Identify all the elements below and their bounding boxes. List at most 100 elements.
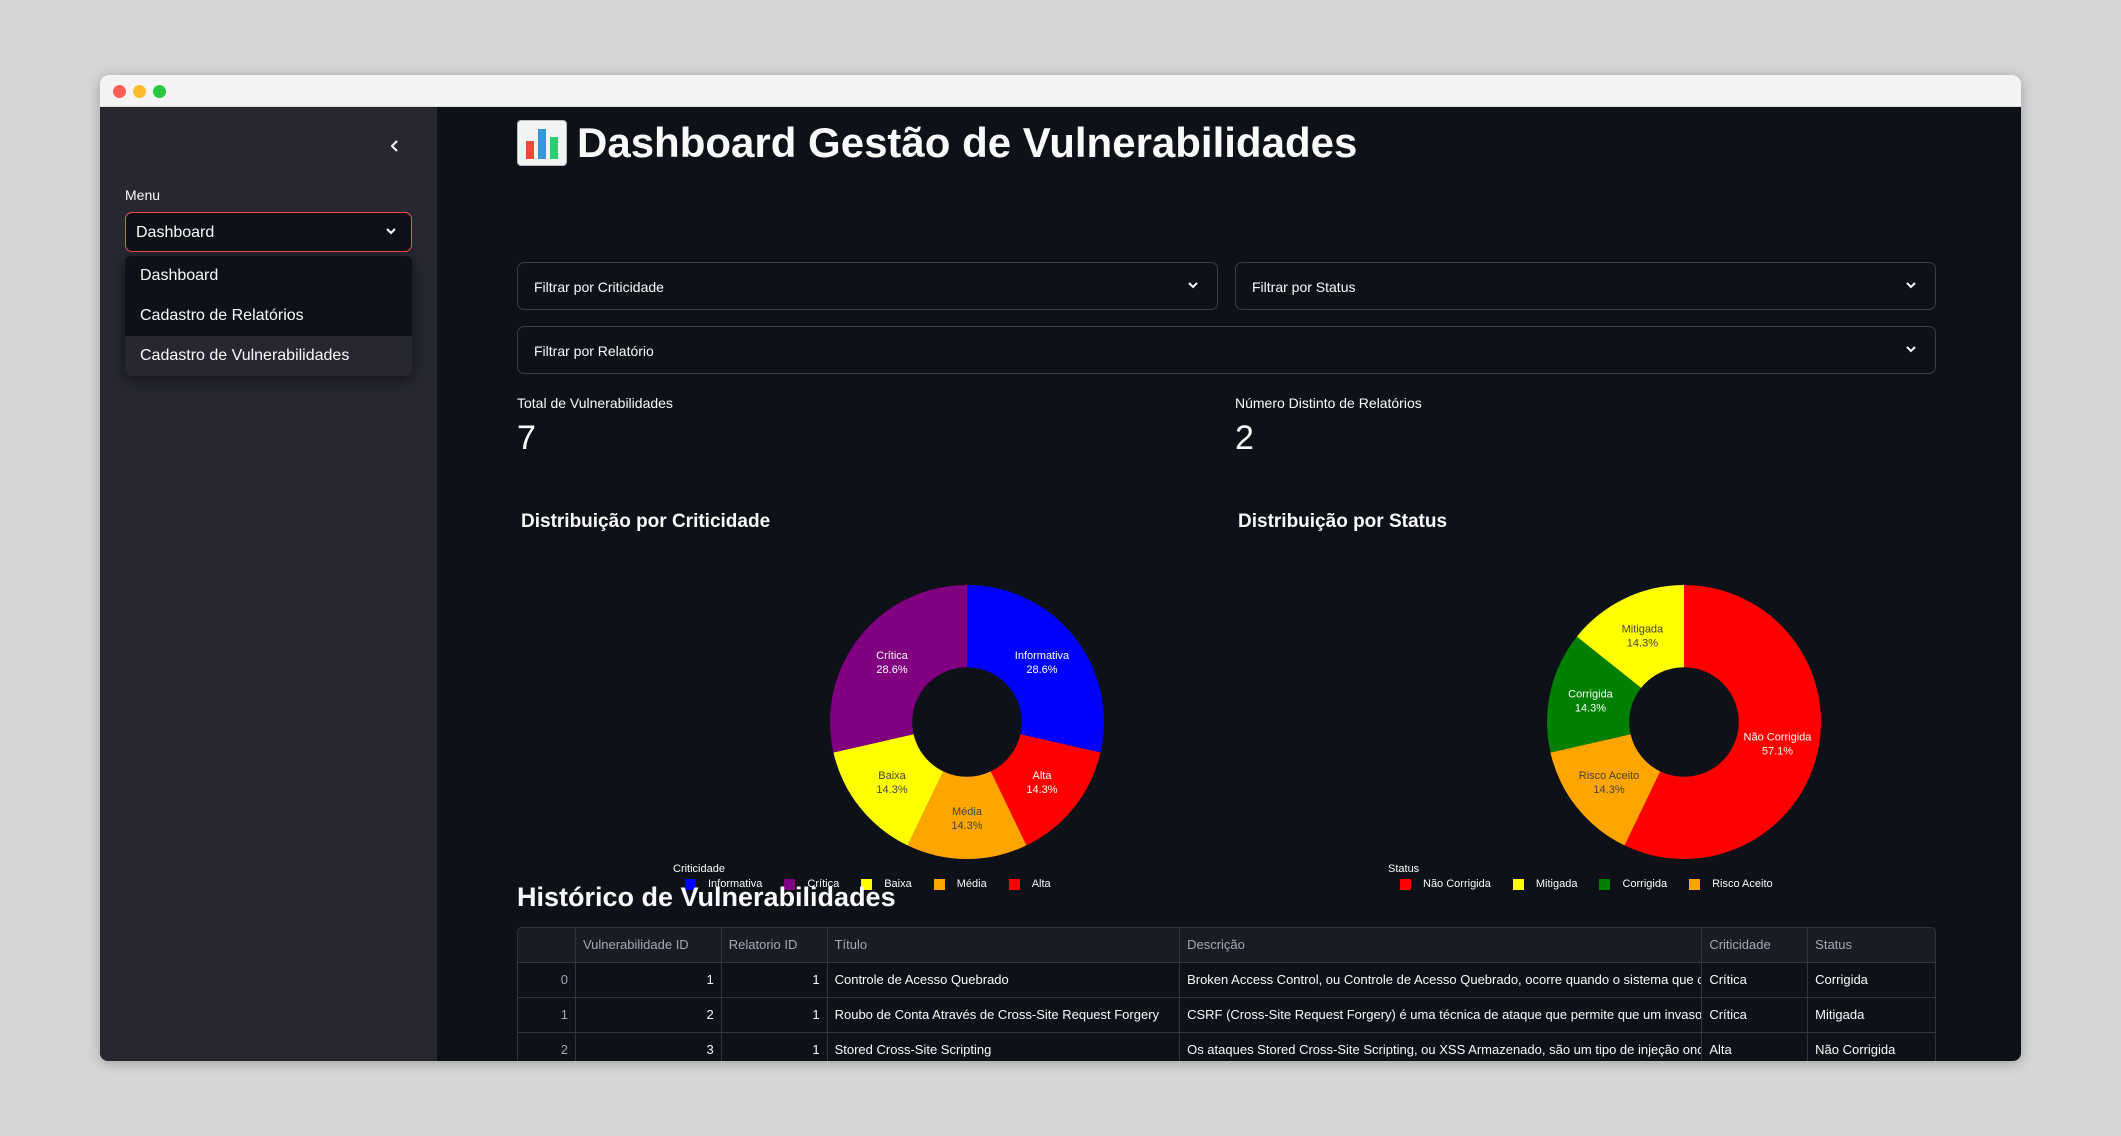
legend-label: Média [956,878,987,890]
pie-percent-media: 14.3% [951,820,982,832]
table-cell: Não Corrigida [1815,1042,1896,1057]
table-cell: Crítica [1702,963,1809,997]
pie-label-informativa: Informativa [1015,650,1070,662]
table-cell: Corrigida [1815,972,1868,987]
history-table[interactable]: Vulnerabilidade ID Relatorio ID Título D… [517,927,1936,1061]
metric-distinct-label: Número Distinto de Relatórios [1235,395,1422,411]
pie-label-risco-aceito: Risco Aceito [1579,770,1640,782]
table-cell: 0 [518,963,576,997]
pie-label-baixa: Baixa [878,770,906,782]
pie-percent-nao-corrigida: 57.1% [1762,745,1793,757]
window-titlebar [100,75,2021,107]
menu-label: Menu [125,187,161,203]
filter-relatorio[interactable]: Filtrar por Relatório [517,326,1936,374]
minimize-window-button[interactable] [133,85,146,98]
filter-relatorio-placeholder: Filtrar por Relatório [534,343,654,359]
sidebar: Menu Dashboard Dashboard Cadastro de Rel… [100,107,437,1061]
legend-label: Alta [1031,878,1051,890]
legend-item-media[interactable]: Média [933,878,987,890]
table-cell: Controle de Acesso Quebrado [828,963,1181,997]
metric-distinct-value: 2 [1235,419,1254,457]
page-title-text: Dashboard Gestão de Vulnerabilidades [577,119,1358,166]
legend-status: Não Corrigida Mitigada Corrigida Risco Acei… [1400,878,1773,890]
legend-label: Corrigida [1622,878,1668,890]
table-cell: 3 [576,1033,722,1061]
legend-item-mitigada[interactable]: Mitigada [1512,878,1577,890]
table-cell: Mitigada [1815,1007,1865,1022]
column-header-status[interactable]: Status [1808,928,1935,962]
menu-option-dashboard[interactable]: Dashboard [125,256,412,296]
table-cell: CSRF (Cross-Site Request Forgery) é uma … [1180,998,1703,1032]
column-header-criticidade[interactable]: Criticidade [1702,928,1809,962]
legend-label: Risco Aceito [1712,878,1773,890]
metric-total-label: Total de Vulnerabilidades [517,395,673,411]
pie-percent-informativa: 28.6% [1026,664,1057,676]
pie-percent-baixa: 14.3% [876,784,907,796]
page-title: Dashboard Gestão de Vulnerabilidades [517,119,1357,167]
table-row[interactable]: 2 3 1 Stored Cross-Site Scripting Os ata… [518,1033,1935,1061]
legend-swatch [1008,878,1020,890]
pie-label-corrigida: Corrigida [1568,689,1614,701]
legend-swatch [1599,878,1611,890]
table-header-row: Vulnerabilidade ID Relatorio ID Título D… [518,928,1935,963]
filter-criticidade-placeholder: Filtrar por Criticidade [534,279,664,295]
chevron-down-icon [1906,282,1916,289]
browser-window: Menu Dashboard Dashboard Cadastro de Rel… [100,75,2021,1061]
pie-percent-critica: 28.6% [876,664,907,676]
table-row[interactable]: 0 1 1 Controle de Acesso Quebrado Broken… [518,963,1935,998]
chart-title-criticidade: Distribuição por Criticidade [521,511,771,532]
legend-item-corrigida[interactable]: Corrigida [1599,878,1667,890]
menu-option-cadastro-vulnerabilidades[interactable]: Cadastro de Vulnerabilidades [125,336,412,376]
legend-swatch [1400,878,1411,890]
pie-percent-risco-aceito: 14.3% [1593,784,1624,796]
column-header-vulnerabilidade-id[interactable]: Vulnerabilidade ID [576,928,722,962]
pie-chart-status[interactable]: Não Corrigida 57.1% Risco Aceito 14.3% Corri… [1534,572,1834,872]
legend-title-criticidade: Criticidade [673,863,725,875]
chevron-down-icon [386,228,396,235]
table-cell: Os ataques Stored Cross-Site Scripting, … [1180,1033,1703,1061]
table-cell: Broken Access Control, ou Controle de Ac… [1180,963,1703,997]
chevron-down-icon [1188,282,1198,289]
filter-criticidade[interactable]: Filtrar por Criticidade [517,262,1218,310]
metric-total-value: 7 [517,419,536,457]
legend-swatch [1512,878,1524,890]
table-cell: 2 [576,998,722,1032]
maximize-window-button[interactable] [153,85,166,98]
legend-item-risco-aceito[interactable]: Risco Aceito [1689,878,1773,890]
table-cell: 1 [722,963,828,997]
chevron-down-icon [1906,346,1916,353]
table-cell: 2 [518,1033,576,1061]
table-cell: 1 [518,998,576,1032]
filter-status[interactable]: Filtrar por Status [1235,262,1936,310]
pie-label-critica: Crítica [876,650,909,662]
legend-label: Não Corrigida [1423,878,1491,890]
history-title: Histórico de Vulnerabilidades [517,882,896,912]
column-header-relatorio-id[interactable]: Relatorio ID [722,928,828,962]
pie-chart-criticidade[interactable]: Informativa 28.6% Alta 14.3% Média 14.3% Baixa… [817,572,1117,872]
column-header-descricao[interactable]: Descrição [1180,928,1703,962]
table-cell: Stored Cross-Site Scripting [828,1033,1181,1061]
table-row[interactable]: 1 2 1 Roubo de Conta Através de Cross-Si… [518,998,1935,1033]
pie-percent-corrigida: 14.3% [1575,703,1606,715]
pie-label-alta: Alta [1032,770,1052,782]
column-header-titulo[interactable]: Título [828,928,1181,962]
menu-option-cadastro-relatorios[interactable]: Cadastro de Relatórios [125,296,412,336]
legend-swatch [933,878,945,890]
pie-percent-alta: 14.3% [1026,784,1057,796]
pie-label-media: Média [952,806,983,818]
legend-item-nao-corrigida[interactable]: Não Corrigida [1400,878,1491,890]
bar-chart-icon [517,120,567,166]
menu-dropdown: Dashboard Cadastro de Relatórios Cadastr… [125,256,412,376]
column-header-index[interactable] [518,928,576,962]
close-window-button[interactable] [113,85,126,98]
table-cell: 1 [722,998,828,1032]
chevron-left-icon [390,140,398,152]
pie-label-mitigada: Mitigada [1622,624,1664,636]
pie-percent-mitigada: 14.3% [1627,638,1658,650]
legend-item-alta[interactable]: Alta [1008,878,1051,890]
menu-select[interactable]: Dashboard [125,212,412,252]
table-cell: 1 [722,1033,828,1061]
collapse-sidebar-button[interactable] [382,133,408,159]
main-content: Dashboard Gestão de Vulnerabilidades Fil… [437,107,2021,1061]
table-cell: Roubo de Conta Através de Cross-Site Req… [828,998,1181,1032]
